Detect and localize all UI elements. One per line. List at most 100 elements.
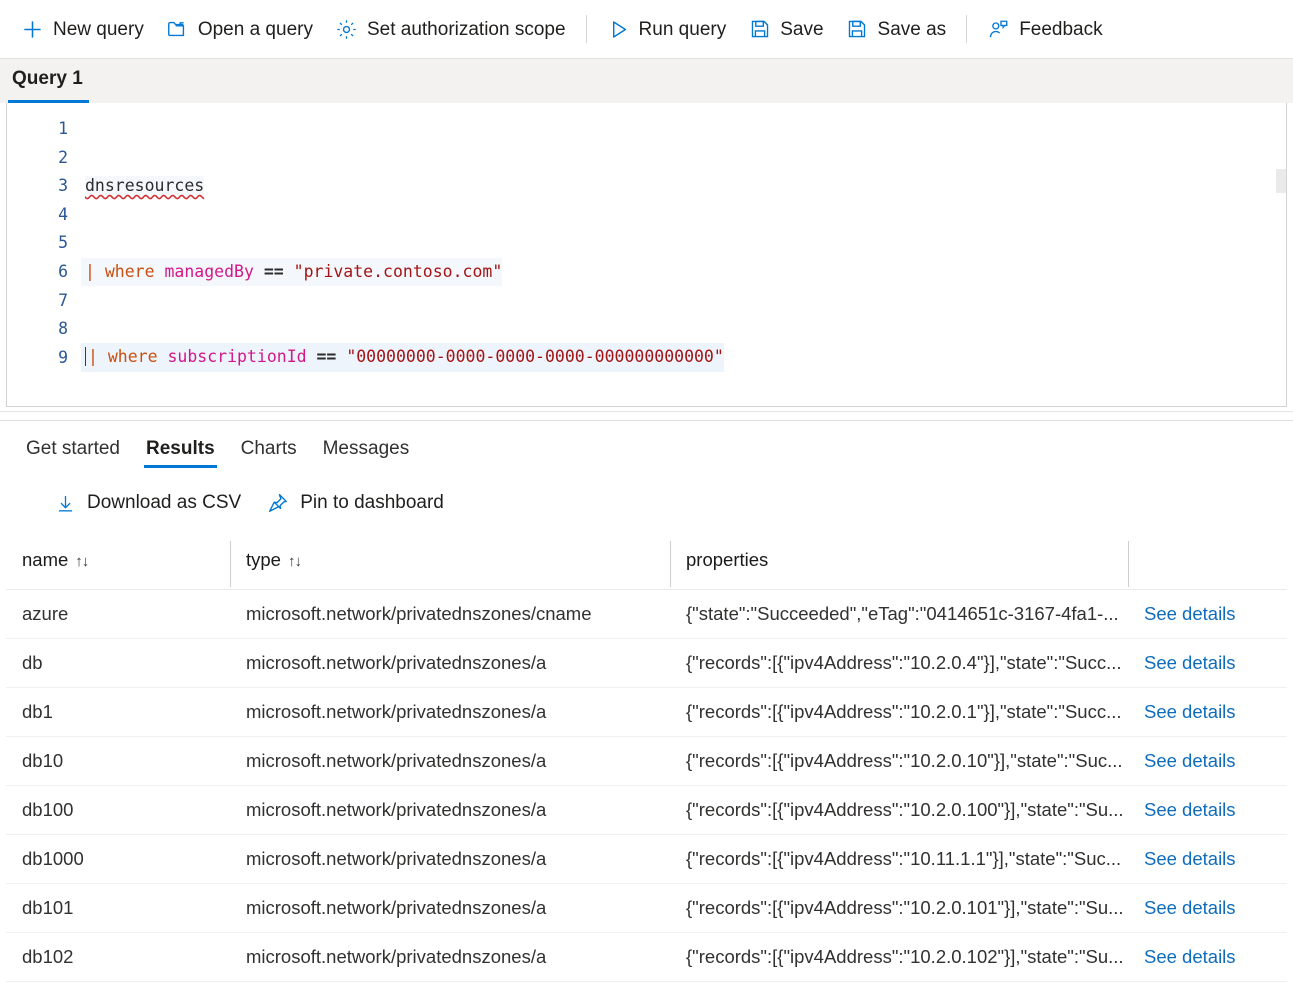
tab-get-started[interactable]: Get started — [16, 424, 130, 472]
see-details-link[interactable]: See details — [1144, 701, 1236, 722]
token-table-name: dnsresources — [85, 176, 205, 195]
tab-charts[interactable]: Charts — [231, 424, 307, 472]
save-label: Save — [780, 18, 824, 40]
cell-type: microsoft.network/privatednszones/a — [230, 834, 670, 884]
cell-type: microsoft.network/privatednszones/cname — [230, 589, 670, 639]
see-details-link[interactable]: See details — [1144, 897, 1236, 918]
gear-icon — [335, 18, 358, 41]
query-tab-strip: Query 1 — [0, 59, 1293, 103]
column-header-name[interactable]: name ↑↓ — [6, 531, 230, 590]
tab-messages[interactable]: Messages — [313, 424, 420, 472]
feedback-button[interactable]: Feedback — [976, 12, 1113, 47]
cell-name: db — [6, 638, 230, 688]
column-header-properties[interactable]: properties — [670, 531, 1128, 590]
table-header-row: name ↑↓ type ↑↓ properties — [6, 531, 1287, 590]
editor-line-number-gutter: 1 2 3 4 5 6 7 8 9 — [7, 103, 81, 406]
cell-action: See details — [1128, 638, 1287, 688]
table-row[interactable]: db1 microsoft.network/privatednszones/a … — [6, 687, 1287, 737]
sort-arrows-icon[interactable]: ↑↓ — [75, 553, 89, 570]
code-line-3[interactable]: | where subscriptionId == "00000000-0000… — [81, 343, 724, 372]
editor-horizontal-scrollbar[interactable] — [1276, 169, 1286, 193]
cell-properties: {"state":"Succeeded","eTag":"0414651c-31… — [670, 589, 1128, 639]
results-tab-bar: Get started Results Charts Messages — [0, 421, 1293, 475]
download-as-csv-label: Download as CSV — [87, 492, 242, 513]
table-row[interactable]: db1000 microsoft.network/privatednszones… — [6, 834, 1287, 884]
toolbar-divider-2 — [966, 15, 968, 43]
table-row[interactable]: db101 microsoft.network/privatednszones/… — [6, 883, 1287, 933]
pane-splitter[interactable] — [0, 411, 1293, 421]
token-column-managedby: managedBy — [164, 261, 254, 281]
folder-open-icon — [166, 18, 189, 41]
cell-type: microsoft.network/privatednszones/a — [230, 687, 670, 737]
code-line-1[interactable]: dnsresources — [81, 172, 205, 201]
play-icon — [607, 18, 630, 41]
see-details-link[interactable]: See details — [1144, 799, 1236, 820]
set-authorization-scope-button[interactable]: Set authorization scope — [324, 12, 577, 47]
token-string-domain: "private.contoso.com" — [293, 261, 503, 281]
column-header-type[interactable]: type ↑↓ — [230, 531, 670, 590]
table-row[interactable]: db102 microsoft.network/privatednszones/… — [6, 932, 1287, 982]
new-query-button[interactable]: New query — [10, 12, 155, 47]
run-query-button[interactable]: Run query — [596, 12, 738, 47]
tab-results[interactable]: Results — [136, 424, 225, 472]
column-header-name-label: name — [22, 548, 69, 570]
sort-arrows-icon[interactable]: ↑↓ — [288, 553, 302, 570]
cell-type: microsoft.network/privatednszones/a — [230, 638, 670, 688]
download-as-csv-button[interactable]: Download as CSV — [44, 486, 251, 520]
pin-to-dashboard-label: Pin to dashboard — [300, 492, 444, 513]
cell-type: microsoft.network/privatednszones/a — [230, 883, 670, 933]
token-keyword-where: where — [107, 347, 158, 367]
table-row[interactable]: db10 microsoft.network/privatednszones/a… — [6, 736, 1287, 786]
results-command-bar: Download as CSV Pin to dashboard — [0, 475, 1293, 531]
cell-name: db101 — [6, 883, 230, 933]
set-authorization-scope-label: Set authorization scope — [366, 18, 566, 40]
cell-name: db1000 — [6, 834, 230, 884]
toolbar-divider-1 — [585, 15, 587, 43]
line-number: 5 — [58, 233, 68, 253]
results-table-container: name ↑↓ type ↑↓ properties azure microsoft… — [6, 531, 1287, 982]
cell-properties: {"records":[{"ipv4Address":"10.11.1.1"}]… — [670, 834, 1128, 884]
cell-action: See details — [1128, 736, 1287, 786]
save-as-button[interactable]: Save as — [835, 12, 958, 47]
cell-name: db1 — [6, 687, 230, 737]
table-row[interactable]: azure microsoft.network/privatednszones/… — [6, 589, 1287, 639]
results-table: name ↑↓ type ↑↓ properties azure microsoft… — [6, 531, 1287, 982]
cell-properties: {"records":[{"ipv4Address":"10.2.0.100"}… — [670, 785, 1128, 835]
token-pipe: | — [85, 261, 95, 281]
cell-properties: {"records":[{"ipv4Address":"10.2.0.102"}… — [670, 932, 1128, 982]
open-query-button[interactable]: Open a query — [155, 12, 324, 47]
results-table-body: azure microsoft.network/privatednszones/… — [6, 589, 1287, 982]
save-as-icon — [846, 18, 869, 41]
see-details-link[interactable]: See details — [1144, 946, 1236, 967]
query-code-editor[interactable]: 1 2 3 4 5 6 7 8 9 dnsresources | where m… — [6, 103, 1287, 407]
table-row[interactable]: db100 microsoft.network/privatednszones/… — [6, 785, 1287, 835]
pin-icon — [267, 492, 289, 514]
token-column-subscriptionid: subscriptionId — [167, 347, 307, 367]
pin-to-dashboard-button[interactable]: Pin to dashboard — [257, 486, 454, 520]
line-number: 1 — [58, 119, 68, 138]
token-operator-eq: == — [263, 261, 284, 281]
save-as-label: Save as — [877, 18, 947, 40]
cell-properties: {"records":[{"ipv4Address":"10.2.0.10"}]… — [670, 736, 1128, 786]
cell-action: See details — [1128, 785, 1287, 835]
open-query-label: Open a query — [197, 18, 313, 40]
cell-action: See details — [1128, 834, 1287, 884]
token-operator-eq: == — [316, 347, 337, 367]
token-string-guid: "00000000-0000-0000-0000-000000000000" — [346, 347, 724, 367]
cell-action: See details — [1128, 883, 1287, 933]
column-header-actions — [1128, 531, 1287, 590]
line-number: 4 — [58, 204, 68, 224]
tab-query-1[interactable]: Query 1 — [8, 68, 89, 103]
column-header-properties-label: properties — [686, 548, 769, 570]
see-details-link[interactable]: See details — [1144, 652, 1236, 673]
column-header-type-label: type — [246, 548, 281, 570]
cell-action: See details — [1128, 687, 1287, 737]
token-pipe: | — [88, 347, 98, 367]
see-details-link[interactable]: See details — [1144, 603, 1236, 624]
table-row[interactable]: db microsoft.network/privatednszones/a {… — [6, 638, 1287, 688]
code-line-2[interactable]: | where managedBy == "private.contoso.co… — [81, 257, 503, 287]
see-details-link[interactable]: See details — [1144, 848, 1236, 869]
editor-code-area[interactable]: dnsresources | where managedBy == "priva… — [81, 103, 1286, 406]
see-details-link[interactable]: See details — [1144, 750, 1236, 771]
save-button[interactable]: Save — [737, 12, 834, 47]
